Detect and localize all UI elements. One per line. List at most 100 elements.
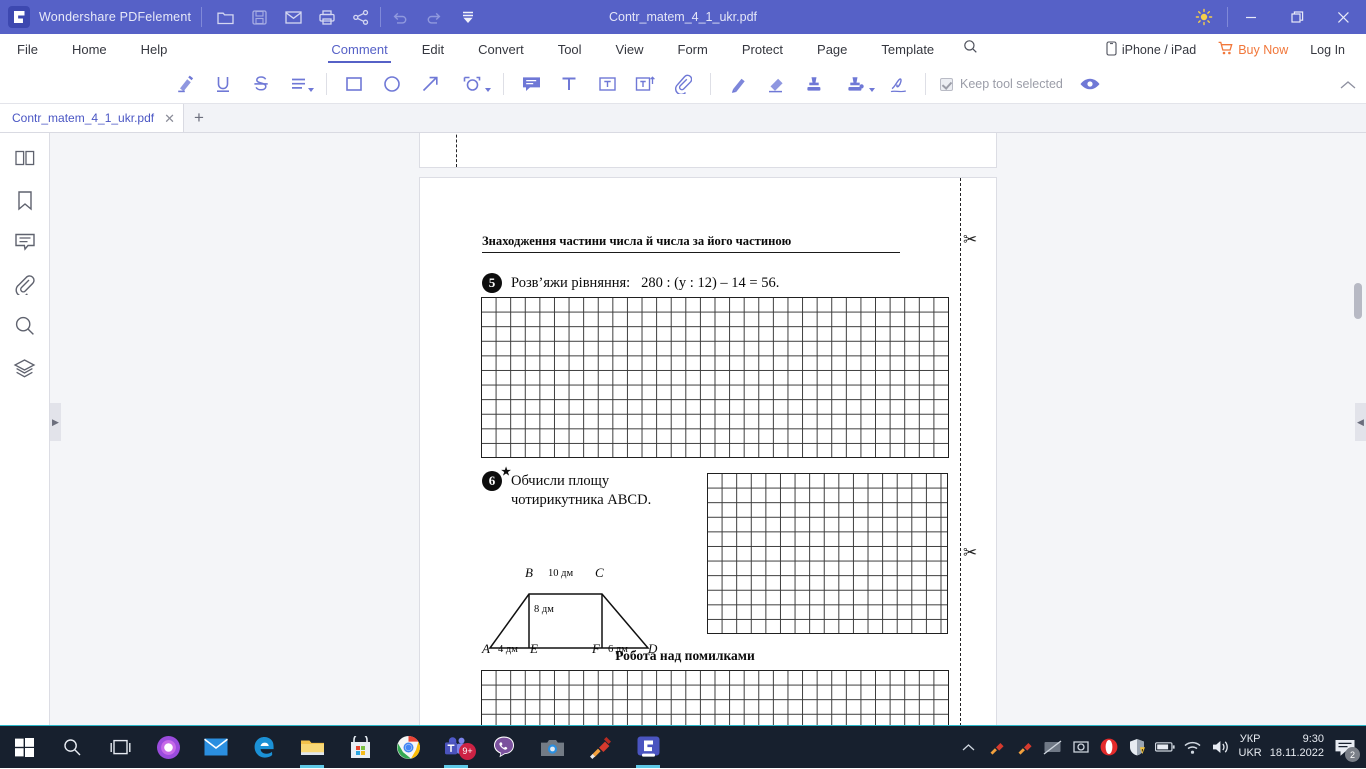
no-display-icon[interactable] [1043,737,1063,757]
pdfelement-icon[interactable] [624,726,672,769]
text-lines-icon[interactable] [280,68,318,100]
opera-icon[interactable] [1099,737,1119,757]
pencil-icon[interactable] [719,68,757,100]
viber-icon[interactable] [480,726,528,769]
stamp-icon[interactable] [795,68,833,100]
language-indicator[interactable]: УКР UKR [1239,733,1262,761]
menu-item-page[interactable]: Page [800,34,864,65]
menu-item-comment[interactable]: Comment [314,34,404,65]
clock[interactable]: 9:30 18.11.2022 [1270,733,1324,761]
menu-item-edit[interactable]: Edit [405,34,461,65]
signature-icon[interactable] [879,68,917,100]
plus-icon[interactable]: + [184,104,214,132]
task-view-icon[interactable] [96,726,144,769]
buy-now-button[interactable]: Buy Now [1209,41,1297,58]
text-box-icon[interactable] [550,68,588,100]
eye-icon[interactable] [1071,68,1109,100]
arrow-icon[interactable] [411,68,449,100]
note-comment-icon[interactable] [512,68,550,100]
print-icon[interactable] [318,8,336,26]
sidebar-item-comments[interactable] [12,229,38,255]
text-callout-icon[interactable] [626,68,664,100]
app-title: Wondershare PDFelement [39,10,191,24]
folder-icon[interactable] [288,726,336,769]
maximize-button[interactable] [1274,0,1320,34]
tab-contr-matem[interactable]: Contr_matem_4_1_ukr.pdf ✕ [0,104,184,132]
errors-answer-grid[interactable] [481,670,949,725]
close-icon[interactable]: ✕ [164,112,175,125]
close-button[interactable] [1320,0,1366,34]
sidebar-item-thumbnails[interactable] [12,145,38,171]
theme-brightness-icon[interactable] [1181,0,1227,34]
action-center-icon[interactable]: 2 [1332,734,1358,760]
custom-stamp-icon[interactable] [833,68,879,100]
sidebar-item-layers[interactable] [12,355,38,381]
camera-tray-icon[interactable] [1071,737,1091,757]
chevron-up-icon[interactable] [959,737,979,757]
store-icon[interactable] [336,726,384,769]
task-5-prompt: Розв’яжи рівняння: [511,275,630,291]
task-6-answer-grid[interactable] [707,473,948,634]
rectangle-icon[interactable] [335,68,373,100]
menu-item-template[interactable]: Template [864,34,951,65]
taskbar-search-icon[interactable] [48,726,96,769]
sidebar-item-attachments[interactable] [12,271,38,297]
windows-start-icon[interactable] [0,726,48,769]
mail-icon[interactable] [192,726,240,769]
underline-icon[interactable] [204,68,242,100]
menu-item-protect[interactable]: Protect [725,34,800,65]
errors-heading: Робота над помилками [420,648,950,664]
search-icon[interactable] [951,34,990,65]
security-warning-icon[interactable] [1127,737,1147,757]
menu-left-group: File Home Help [0,34,184,65]
vertex-label-C: C [595,565,604,581]
open-folder-icon[interactable] [216,8,234,26]
menu-item-convert[interactable]: Convert [461,34,541,65]
chrome-icon[interactable] [384,726,432,769]
expand-right-panel-icon[interactable]: ◀ [1355,403,1366,441]
share-icon[interactable] [352,8,370,26]
login-button[interactable]: Log In [1301,43,1354,57]
sidebar-item-search[interactable] [12,313,38,339]
wifi-icon[interactable] [1183,737,1203,757]
volume-icon[interactable] [1211,737,1231,757]
teams-icon[interactable]: 9+ [432,726,480,769]
menu-item-form[interactable]: Form [661,34,725,65]
ellipse-icon[interactable] [373,68,411,100]
keep-tool-selected-checkbox[interactable]: Keep tool selected [940,77,1063,91]
attachment-icon[interactable] [664,68,702,100]
windows-taskbar: 9+ [0,725,1366,768]
save-icon[interactable] [250,8,268,26]
task-5-answer-grid[interactable] [481,297,949,458]
workspace: ▶ ◀ ✂ ✂ Знаходження частини числа й числ… [0,133,1366,725]
menu-item-help[interactable]: Help [124,34,185,65]
strikethrough-icon[interactable] [242,68,280,100]
ccleaner-icon[interactable] [576,726,624,769]
highlight-icon[interactable] [166,68,204,100]
shapes-more-icon[interactable] [449,68,495,100]
cortana-icon[interactable] [144,726,192,769]
customize-toolbar-icon[interactable] [459,8,477,26]
camera-icon[interactable] [528,726,576,769]
menu-item-tool[interactable]: Tool [541,34,599,65]
menu-item-file[interactable]: File [0,34,55,65]
minimize-button[interactable] [1228,0,1274,34]
eraser-icon[interactable] [757,68,795,100]
device-link[interactable]: iPhone / iPad [1097,41,1205,59]
undo-icon[interactable] [391,8,409,26]
document-viewer[interactable]: ▶ ◀ ✂ ✂ Знаходження частини числа й числ… [50,133,1366,725]
email-icon[interactable] [284,8,302,26]
sidebar-item-bookmarks[interactable] [12,187,38,213]
chevron-up-icon[interactable] [1340,77,1356,95]
scissors-icon-bottom: ✂ [963,543,977,563]
menu-item-home[interactable]: Home [55,34,124,65]
typewriter-icon[interactable] [588,68,626,100]
redo-icon[interactable] [425,8,443,26]
menu-item-view[interactable]: View [599,34,661,65]
ccleaner-tray-icon-2[interactable] [1015,737,1035,757]
ccleaner-tray-icon[interactable] [987,737,1007,757]
expand-left-panel-icon[interactable]: ▶ [50,403,61,441]
edge-icon[interactable] [240,726,288,769]
battery-icon[interactable] [1155,737,1175,757]
vertical-scrollbar-thumb[interactable] [1354,283,1362,319]
